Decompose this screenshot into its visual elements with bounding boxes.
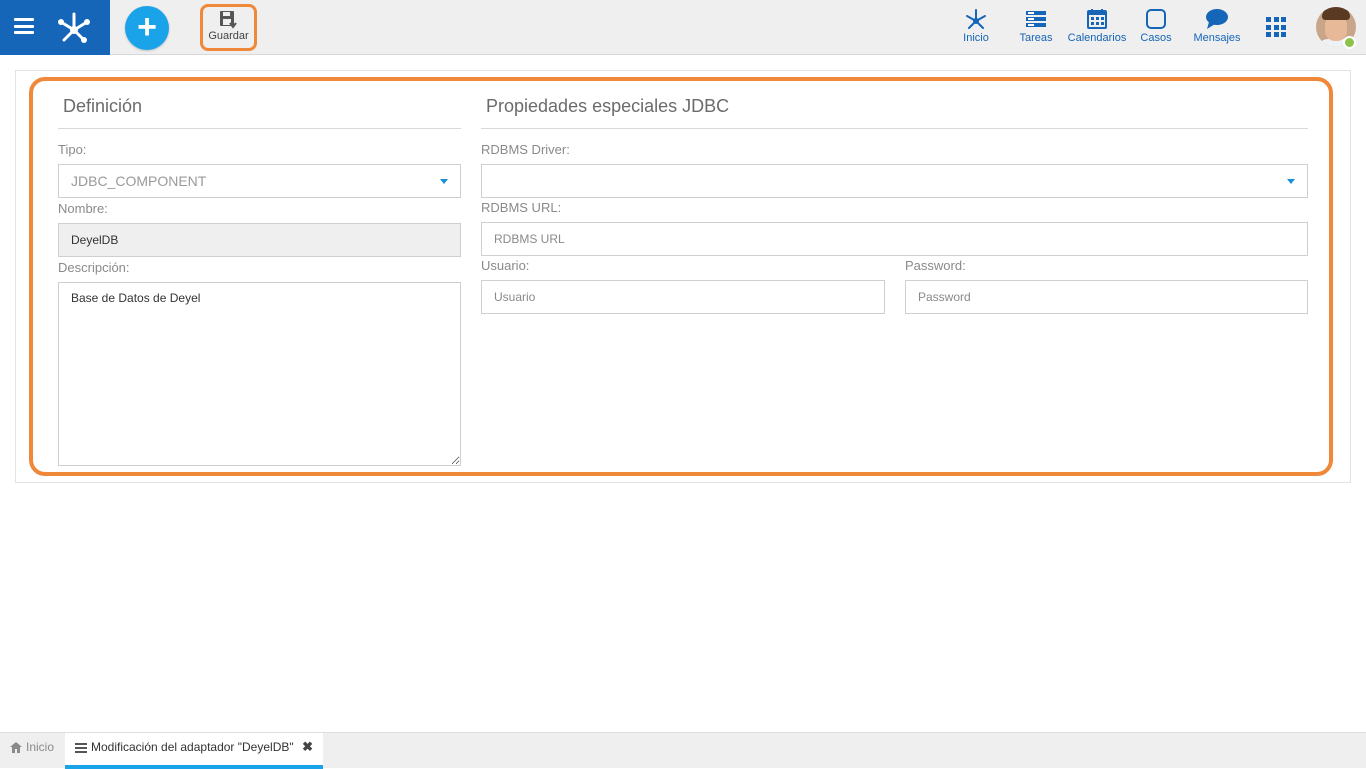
save-label: Guardar	[208, 30, 249, 42]
descripcion-textarea[interactable]: Base de Datos de Deyel	[58, 282, 461, 466]
url-label: RDBMS URL:	[481, 200, 562, 215]
nombre-label: Nombre:	[58, 201, 108, 216]
list-icon	[75, 743, 87, 754]
chevron-down-icon	[1287, 179, 1295, 184]
definition-title: Definición	[63, 96, 143, 116]
definition-divider	[58, 128, 461, 129]
bottom-tab-bar: Inicio Modificación del adaptador "Deyel…	[0, 732, 1366, 769]
menu-icon[interactable]	[14, 18, 34, 34]
driver-select[interactable]	[481, 164, 1308, 198]
close-tab-icon[interactable]: ✖	[302, 733, 313, 761]
usuario-label: Usuario:	[481, 258, 530, 273]
nav-casos-label: Casos	[1140, 32, 1172, 44]
tab-inicio-label: Inicio	[26, 740, 55, 754]
save-button[interactable]: Guardar	[200, 4, 257, 51]
save-icon	[219, 11, 237, 29]
tab-modificacion-adaptador[interactable]: Modificación del adaptador "DeyelDB" ✖	[65, 733, 323, 769]
home-icon	[10, 742, 22, 754]
add-button[interactable]: +	[125, 6, 169, 50]
tipo-label: Tipo:	[58, 142, 87, 157]
deyel-logo[interactable]	[56, 10, 92, 44]
password-label: Password:	[905, 258, 966, 273]
calendar-icon	[1087, 9, 1107, 29]
online-status-indicator	[1343, 36, 1356, 49]
apps-grid-icon[interactable]	[1266, 17, 1286, 37]
usuario-field[interactable]	[481, 280, 885, 314]
tipo-value: JDBC_COMPONENT	[71, 173, 207, 189]
url-field[interactable]	[481, 222, 1308, 256]
jdbc-title: Propiedades especiales JDBC	[486, 96, 730, 116]
nav-calendarios[interactable]: Calendarios	[1066, 8, 1128, 44]
top-bar: + Guardar Inicio Tareas Calendarios Caso…	[0, 0, 1366, 55]
nav-mensajes-label: Mensajes	[1193, 32, 1241, 44]
password-field[interactable]	[905, 280, 1308, 314]
nav-tareas[interactable]: Tareas	[1016, 8, 1056, 44]
nav-inicio[interactable]: Inicio	[955, 8, 997, 44]
tab-inicio[interactable]: Inicio	[0, 733, 65, 769]
nav-calendarios-label: Calendarios	[1067, 32, 1127, 44]
nav-casos[interactable]: Casos	[1138, 8, 1174, 44]
nav-mensajes[interactable]: Mensajes	[1191, 8, 1243, 44]
nav-tareas-label: Tareas	[1019, 32, 1053, 44]
descripcion-label: Descripción:	[58, 260, 130, 275]
chat-icon	[1206, 9, 1228, 29]
tab-active-label: Modificación del adaptador "DeyelDB"	[91, 740, 294, 754]
nombre-field[interactable]	[58, 223, 461, 257]
jdbc-divider	[481, 128, 1308, 129]
tasks-icon	[1026, 11, 1046, 27]
tipo-select[interactable]: JDBC_COMPONENT	[58, 164, 461, 198]
driver-label: RDBMS Driver:	[481, 142, 570, 157]
chevron-down-icon	[440, 179, 448, 184]
home-network-icon	[966, 9, 986, 29]
brand-area	[0, 0, 110, 55]
cases-icon	[1146, 9, 1166, 29]
nav-inicio-label: Inicio	[963, 32, 989, 44]
